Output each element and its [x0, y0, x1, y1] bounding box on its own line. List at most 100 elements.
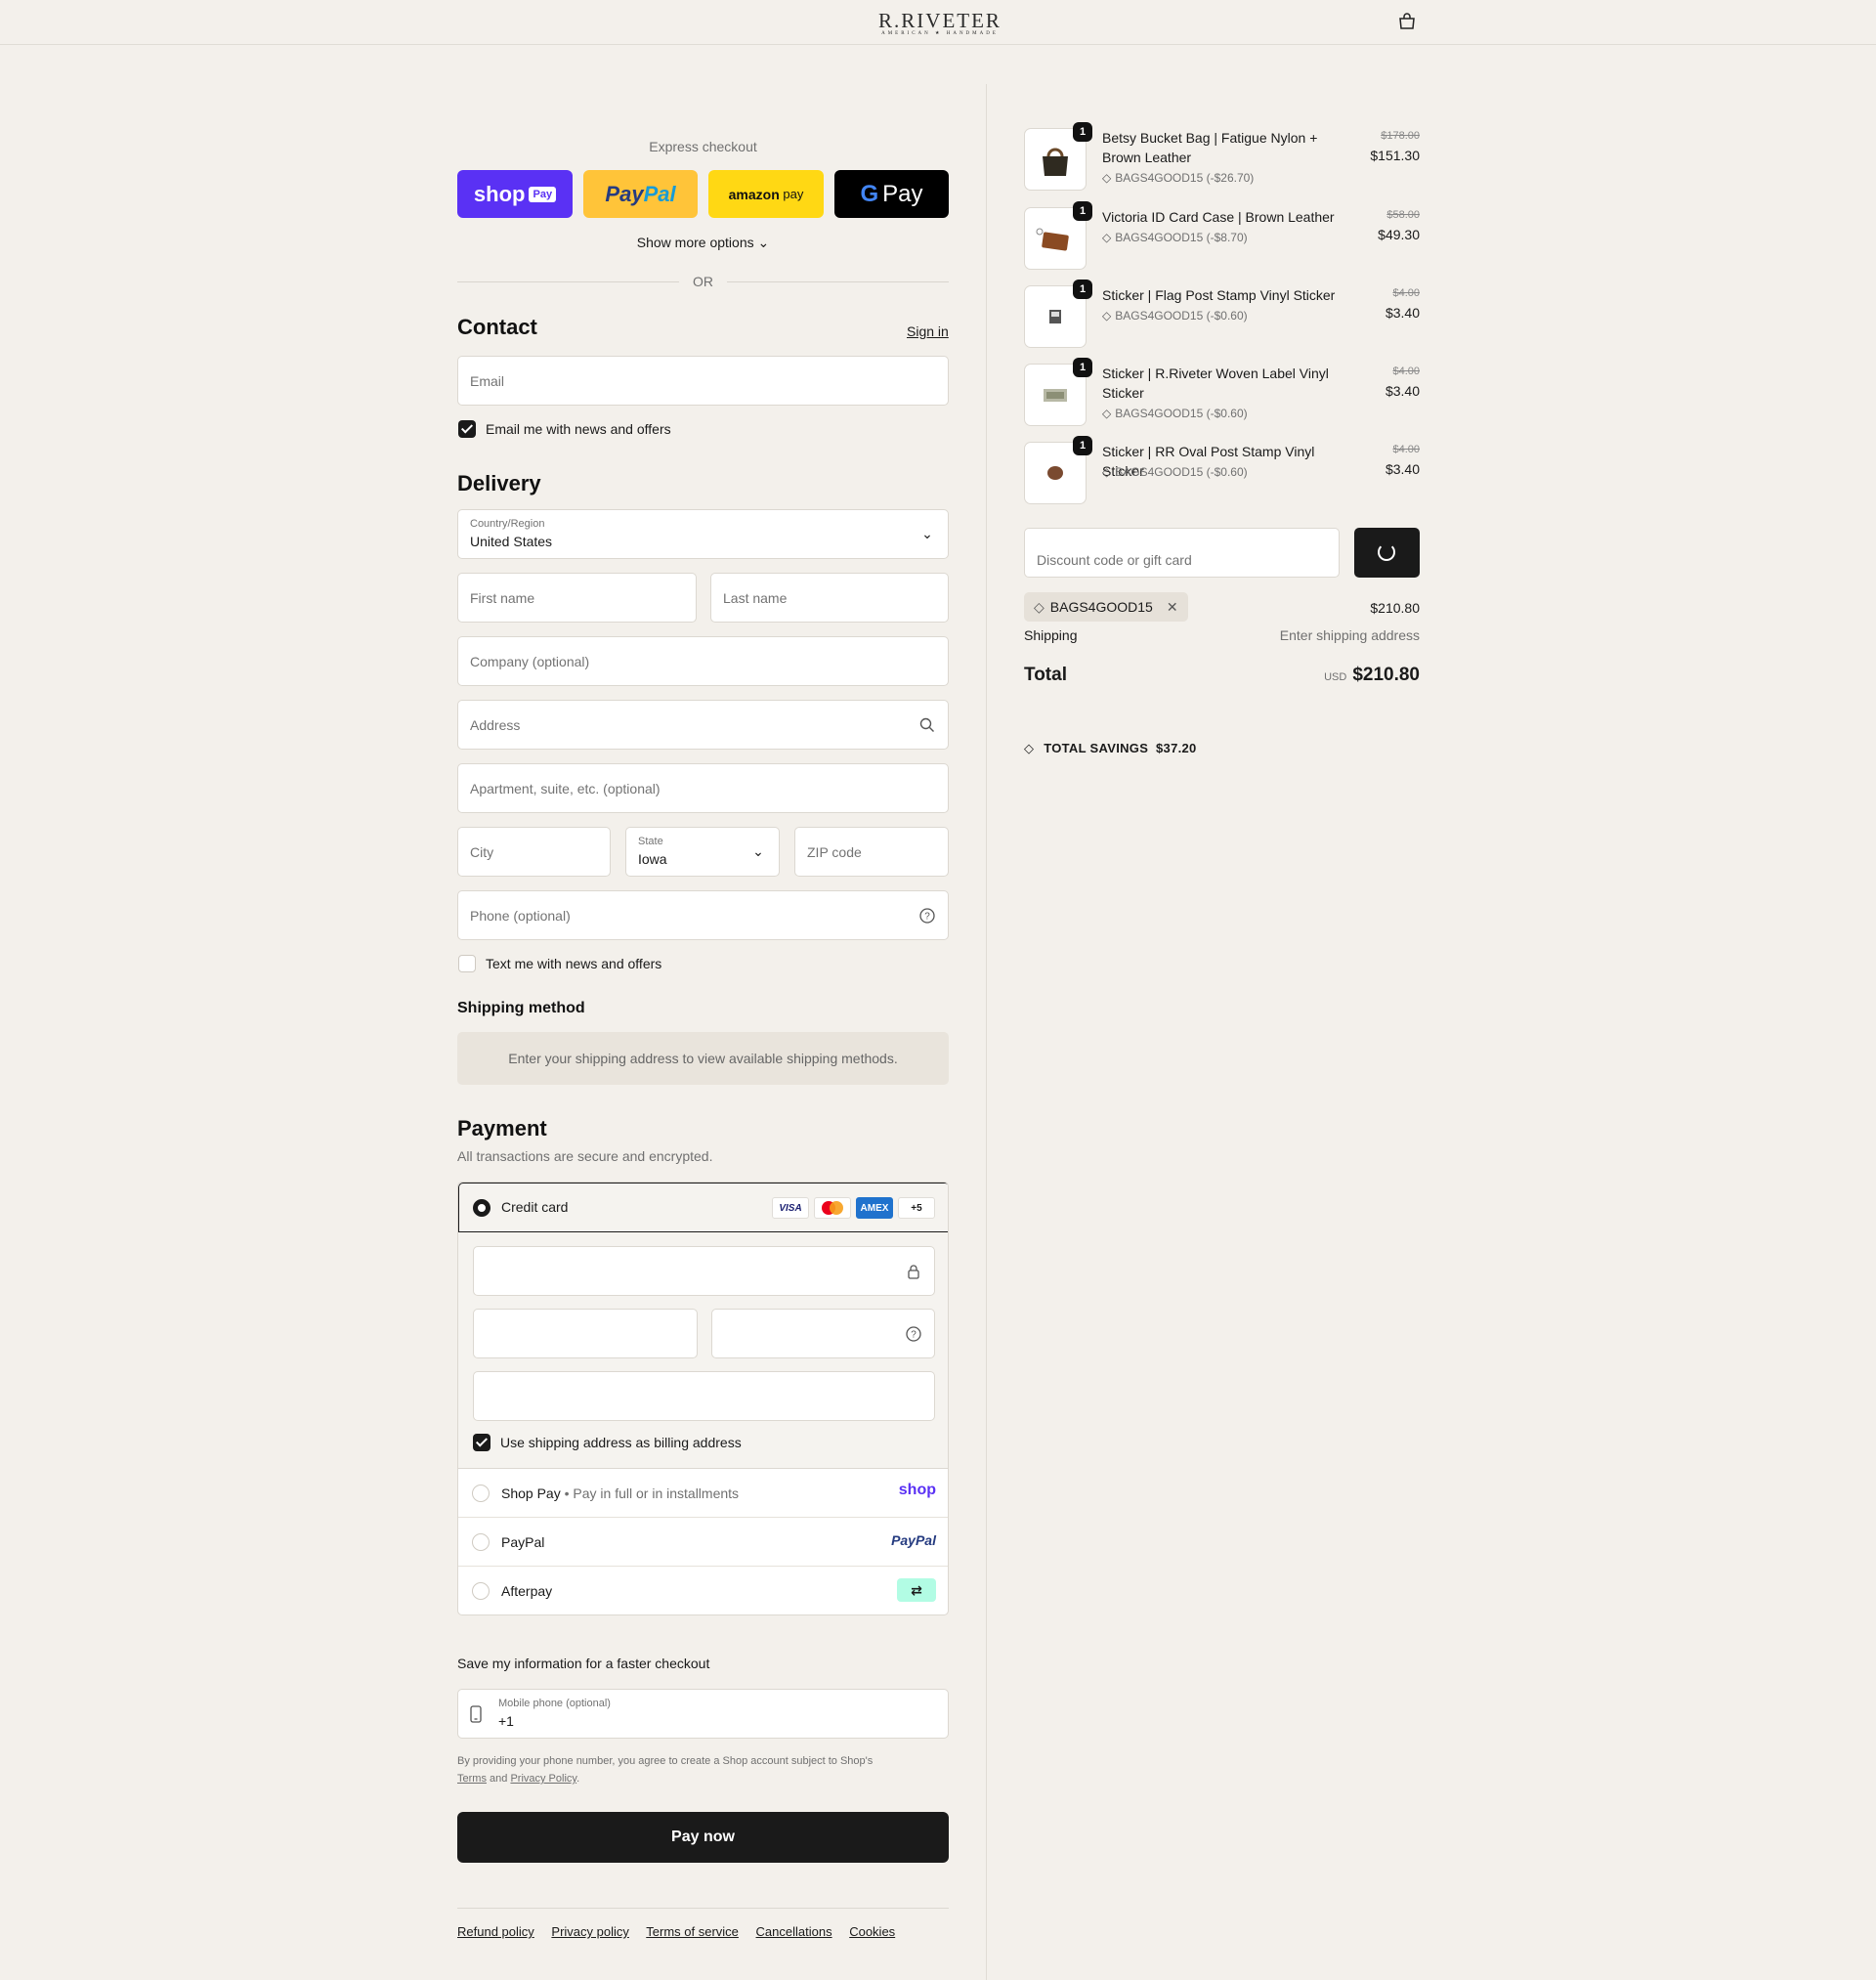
svg-text:?: ?	[911, 1330, 917, 1341]
discounted-price: $3.40	[1385, 383, 1420, 399]
terms-of-service-link[interactable]: Terms of service	[646, 1924, 739, 1939]
privacy-policy-footer-link[interactable]: Privacy policy	[551, 1924, 628, 1939]
expiration-field[interactable]	[473, 1309, 698, 1358]
address-field[interactable]: Address	[457, 700, 949, 750]
afterpay-option[interactable]: Afterpay ⇄	[458, 1567, 948, 1614]
google-pay-button[interactable]: G Pay	[834, 170, 949, 218]
country-value: United States	[470, 534, 553, 549]
shipping-label: Shipping	[1024, 627, 1078, 643]
zip-field[interactable]: ZIP code	[794, 827, 949, 877]
city-field[interactable]: City	[457, 827, 611, 877]
cart-item: 1 Victoria ID Card Case | Brown Leather …	[1024, 201, 1420, 272]
savings-value: $37.20	[1156, 741, 1197, 755]
first-name-field[interactable]: First name	[457, 573, 697, 623]
state-label: State	[638, 836, 663, 847]
and-text: and	[490, 1773, 508, 1785]
tag-icon: ◇	[1034, 599, 1045, 615]
credit-card-label: Credit card	[501, 1199, 569, 1215]
afterpay-radio[interactable]	[472, 1582, 490, 1600]
company-field[interactable]: Company (optional)	[457, 636, 949, 686]
item-discount: BAGS4GOOD15 (-$0.60)	[1102, 309, 1247, 323]
item-name: Sticker | Flag Post Stamp Vinyl Sticker	[1102, 287, 1336, 303]
terms-link[interactable]: Terms	[457, 1773, 487, 1785]
delivery-title: Delivery	[457, 471, 541, 495]
credit-card-option[interactable]: Credit card VISA AMEX +5	[458, 1183, 948, 1232]
company-placeholder: Company (optional)	[470, 654, 590, 669]
email-placeholder: Email	[470, 373, 505, 389]
city-placeholder: City	[470, 844, 494, 860]
item-discount: BAGS4GOOD15 (-$0.60)	[1102, 465, 1247, 479]
amazon-pay-button[interactable]: amazon pay	[708, 170, 824, 218]
privacy-policy-link[interactable]: Privacy Policy	[510, 1773, 576, 1785]
more-cards-badge: +5	[898, 1197, 935, 1219]
amazon-wordmark: amazon	[728, 186, 780, 202]
discounted-price: $151.30	[1370, 148, 1420, 163]
refund-policy-link[interactable]: Refund policy	[457, 1924, 534, 1939]
shipping-value: Enter shipping address	[1279, 627, 1420, 643]
column-divider	[986, 84, 987, 1980]
country-select[interactable]: Country/Region United States ⌄	[457, 509, 949, 559]
afterpay-label: Afterpay	[501, 1583, 553, 1599]
mastercard-icon	[814, 1197, 851, 1219]
item-name: Victoria ID Card Case | Brown Leather	[1102, 209, 1335, 225]
afterpay-logo-icon: ⇄	[897, 1578, 936, 1602]
last-name-field[interactable]: Last name	[710, 573, 949, 623]
store-logo[interactable]: R.RIVETER AMERICAN ★ HANDMADE	[858, 10, 1022, 37]
paypal-label: PayPal	[501, 1534, 545, 1550]
discounted-price: $3.40	[1385, 305, 1420, 321]
quantity-badge: 1	[1073, 436, 1092, 455]
discount-code-field[interactable]: Discount code or gift card	[1024, 528, 1340, 578]
text-news-checkbox[interactable]	[458, 955, 476, 972]
phone-field[interactable]: Phone (optional) ?	[457, 890, 949, 940]
security-code-field[interactable]: ?	[711, 1309, 935, 1358]
help-icon[interactable]: ?	[905, 1325, 922, 1343]
cookies-link[interactable]: Cookies	[849, 1924, 895, 1939]
shop-terms-fine-print: By providing your phone number, you agre…	[457, 1755, 874, 1767]
original-price: $58.00	[1386, 209, 1420, 221]
bag-icon[interactable]	[1397, 13, 1417, 30]
apartment-field[interactable]: Apartment, suite, etc. (optional)	[457, 763, 949, 813]
total-label: Total	[1024, 665, 1067, 685]
paypal-option[interactable]: PayPal PayPal	[458, 1518, 948, 1567]
help-icon[interactable]: ?	[918, 907, 936, 925]
email-news-checkbox[interactable]	[458, 420, 476, 438]
amex-icon: AMEX	[856, 1197, 893, 1219]
billing-address-checkbox[interactable]	[473, 1434, 490, 1451]
applied-code: BAGS4GOOD15	[1049, 599, 1153, 615]
address-placeholder: Address	[470, 717, 521, 733]
cart-item: 1 Sticker | RR Oval Post Stamp Vinyl Sti…	[1024, 436, 1420, 506]
subtotal-value: $210.80	[1370, 600, 1420, 616]
google-pay-label: Pay	[882, 180, 923, 207]
shipping-row: Shipping Enter shipping address	[1024, 627, 1420, 643]
card-number-field[interactable]	[473, 1246, 935, 1296]
name-on-card-field[interactable]	[473, 1371, 935, 1421]
sign-in-link[interactable]: Sign in	[907, 323, 949, 339]
chevron-down-icon: ⌄	[757, 235, 770, 250]
zip-placeholder: ZIP code	[807, 844, 862, 860]
email-news-label: Email me with news and offers	[486, 421, 671, 437]
remove-code-icon[interactable]: ✕	[1167, 592, 1178, 622]
state-select[interactable]: State Iowa ⌄	[625, 827, 780, 877]
show-more-options[interactable]: Show more options ⌄	[457, 235, 949, 251]
mobile-phone-field[interactable]: Mobile phone (optional) +1	[457, 1689, 949, 1739]
quantity-badge: 1	[1073, 201, 1092, 221]
chevron-down-icon: ⌄	[752, 843, 764, 859]
shop-pay-option[interactable]: Shop Pay • Pay in full or in installment…	[458, 1469, 948, 1518]
discount-code-placeholder: Discount code or gift card	[1037, 552, 1192, 568]
paypal-radio[interactable]	[472, 1533, 490, 1551]
original-price: $178.00	[1381, 130, 1420, 142]
cart-item: 1 Sticker | Flag Post Stamp Vinyl Sticke…	[1024, 280, 1420, 350]
or-divider: OR	[457, 272, 949, 291]
amazon-pay-label: pay	[783, 187, 804, 201]
email-field[interactable]: Email	[457, 356, 949, 406]
cancellations-link[interactable]: Cancellations	[756, 1924, 832, 1939]
billing-address-label: Use shipping address as billing address	[500, 1435, 742, 1450]
logo-tagline: AMERICAN ★ HANDMADE	[881, 31, 999, 36]
pay-now-button[interactable]: Pay now	[457, 1812, 949, 1863]
paypal-button[interactable]: Pay Pal	[583, 170, 698, 218]
apply-discount-button[interactable]	[1354, 528, 1420, 578]
credit-card-radio[interactable]	[473, 1199, 490, 1217]
discounted-price: $3.40	[1385, 461, 1420, 477]
shop-pay-radio[interactable]	[472, 1485, 490, 1502]
shop-pay-button[interactable]: shop Pay	[457, 170, 573, 218]
